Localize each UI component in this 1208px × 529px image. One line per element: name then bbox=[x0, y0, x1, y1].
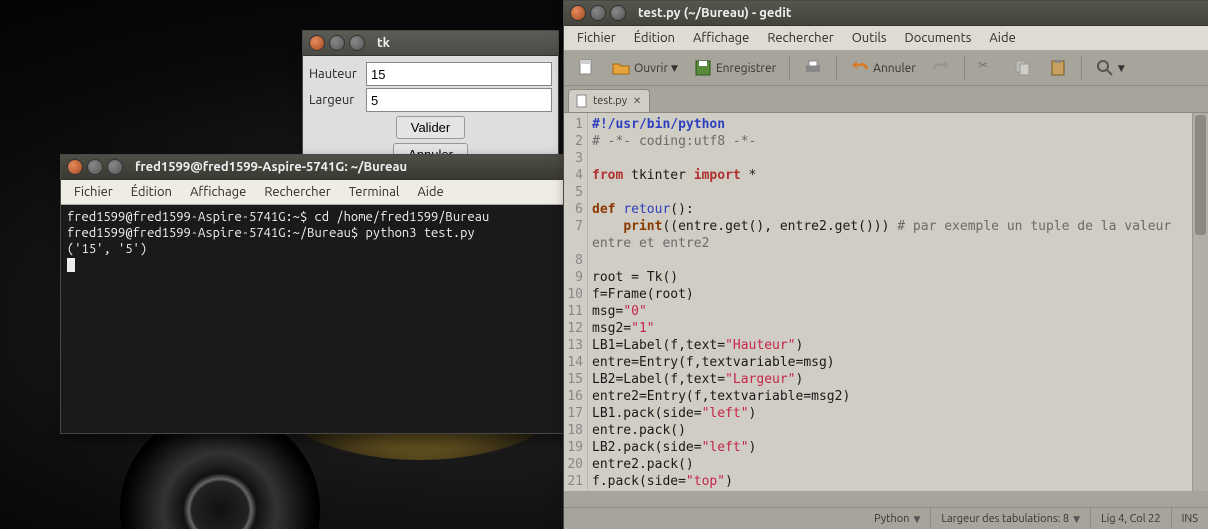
search-icon bbox=[1095, 58, 1115, 78]
status-position: Lig 4, Col 22 bbox=[1090, 508, 1171, 529]
menu-outils[interactable]: Outils bbox=[843, 31, 896, 45]
tab-test-py[interactable]: test.py ✕ bbox=[568, 89, 650, 112]
tab-label: test.py bbox=[593, 95, 627, 107]
terminal-menubar: Fichier Édition Affichage Rechercher Ter… bbox=[61, 180, 564, 205]
code-area[interactable]: #!/usr/bin/python# -*- coding:utf8 -*- f… bbox=[588, 113, 1192, 491]
save-button[interactable]: Enregistrer bbox=[687, 54, 782, 82]
open-label: Ouvrir bbox=[634, 62, 668, 75]
menu-fichier[interactable]: Fichier bbox=[568, 31, 625, 45]
search-button[interactable]: ▼ bbox=[1089, 54, 1131, 82]
chevron-down-icon[interactable]: ▼ bbox=[1118, 63, 1125, 74]
menu-fichier[interactable]: Fichier bbox=[65, 185, 122, 199]
minimize-icon[interactable] bbox=[87, 159, 103, 175]
gedit-title: test.py (~/Bureau) - gedit bbox=[638, 6, 791, 20]
menu-edition[interactable]: Édition bbox=[625, 31, 684, 45]
toolbar-separator bbox=[964, 56, 965, 80]
toolbar-separator bbox=[789, 56, 790, 80]
undo-icon bbox=[850, 58, 870, 78]
tk-titlebar[interactable]: tk bbox=[303, 31, 558, 56]
scissors-icon: ✂ bbox=[978, 58, 998, 78]
largeur-label: Largeur bbox=[309, 93, 366, 107]
maximize-icon[interactable] bbox=[107, 159, 123, 175]
chevron-down-icon[interactable]: ▼ bbox=[671, 63, 678, 74]
cut-button[interactable]: ✂ bbox=[972, 54, 1004, 82]
menu-documents[interactable]: Documents bbox=[896, 31, 981, 45]
menu-aide[interactable]: Aide bbox=[408, 185, 452, 199]
undo-label: Annuler bbox=[873, 62, 916, 75]
status-tabwidth[interactable]: Largeur des tabulations: 8▼ bbox=[930, 508, 1090, 529]
new-file-button[interactable] bbox=[570, 54, 602, 82]
minimize-icon[interactable] bbox=[590, 5, 606, 21]
gedit-editor[interactable]: 1234567 89101112131415161718192021 #!/us… bbox=[564, 112, 1208, 491]
paste-button[interactable] bbox=[1042, 54, 1074, 82]
undo-button[interactable]: Annuler bbox=[844, 54, 922, 82]
chevron-down-icon: ▼ bbox=[913, 514, 920, 525]
menu-affichage[interactable]: Affichage bbox=[181, 185, 255, 199]
status-insert-mode: INS bbox=[1171, 508, 1208, 529]
print-button[interactable] bbox=[797, 54, 829, 82]
folder-open-icon bbox=[611, 58, 631, 78]
gedit-menubar: Fichier Édition Affichage Rechercher Out… bbox=[564, 26, 1208, 51]
save-label: Enregistrer bbox=[716, 62, 776, 75]
desktop: LAMBO tk Hauteur Largeur Valider Annuler bbox=[0, 0, 1208, 529]
close-icon[interactable] bbox=[67, 159, 83, 175]
menu-rechercher[interactable]: Rechercher bbox=[255, 185, 339, 199]
gedit-titlebar[interactable]: test.py (~/Bureau) - gedit bbox=[564, 1, 1208, 26]
maximize-icon[interactable] bbox=[349, 35, 365, 51]
largeur-input[interactable] bbox=[366, 88, 552, 112]
terminal-window: fred1599@fred1599-Aspire-5741G: ~/Bureau… bbox=[60, 154, 565, 434]
menu-rechercher[interactable]: Rechercher bbox=[758, 31, 842, 45]
terminal-titlebar[interactable]: fred1599@fred1599-Aspire-5741G: ~/Bureau bbox=[61, 155, 564, 180]
file-icon bbox=[575, 94, 589, 108]
hauteur-label: Hauteur bbox=[309, 67, 366, 81]
tk-row-largeur: Largeur bbox=[309, 88, 552, 112]
close-tab-icon[interactable]: ✕ bbox=[631, 95, 643, 107]
menu-edition[interactable]: Édition bbox=[122, 185, 181, 199]
close-icon[interactable] bbox=[309, 35, 325, 51]
open-button[interactable]: Ouvrir▼ bbox=[605, 54, 684, 82]
scrollbar-thumb[interactable] bbox=[1195, 115, 1206, 235]
menu-affichage[interactable]: Affichage bbox=[684, 31, 758, 45]
gedit-window: test.py (~/Bureau) - gedit Fichier Éditi… bbox=[563, 0, 1208, 529]
line-gutter: 1234567 89101112131415161718192021 bbox=[564, 113, 588, 491]
toolbar-separator bbox=[836, 56, 837, 80]
menu-terminal[interactable]: Terminal bbox=[340, 185, 409, 199]
toolbar-separator bbox=[1081, 56, 1082, 80]
chevron-down-icon: ▼ bbox=[1073, 514, 1080, 525]
redo-button[interactable] bbox=[925, 54, 957, 82]
save-icon bbox=[693, 58, 713, 78]
paste-icon bbox=[1048, 58, 1068, 78]
maximize-icon[interactable] bbox=[610, 5, 626, 21]
tk-title: tk bbox=[377, 36, 390, 50]
close-icon[interactable] bbox=[570, 5, 586, 21]
copy-button[interactable] bbox=[1007, 54, 1039, 82]
terminal-title: fred1599@fred1599-Aspire-5741G: ~/Bureau bbox=[135, 160, 407, 174]
menu-aide[interactable]: Aide bbox=[980, 31, 1024, 45]
terminal-cursor bbox=[67, 258, 75, 272]
new-file-icon bbox=[576, 58, 596, 78]
hauteur-input[interactable] bbox=[366, 62, 552, 86]
redo-icon bbox=[931, 58, 951, 78]
gedit-toolbar: Ouvrir▼ Enregistrer Annuler ✂ ▼ bbox=[564, 51, 1208, 86]
copy-icon bbox=[1013, 58, 1033, 78]
valider-button[interactable]: Valider bbox=[396, 116, 466, 139]
printer-icon bbox=[803, 58, 823, 78]
vertical-scrollbar[interactable] bbox=[1192, 113, 1208, 491]
gedit-tabbar: test.py ✕ bbox=[564, 86, 1208, 112]
status-language[interactable]: Python▼ bbox=[864, 508, 930, 529]
tk-row-hauteur: Hauteur bbox=[309, 62, 552, 86]
minimize-icon[interactable] bbox=[329, 35, 345, 51]
gedit-statusbar: Python▼ Largeur des tabulations: 8▼ Lig … bbox=[564, 507, 1208, 529]
terminal-output[interactable]: fred1599@fred1599-Aspire-5741G:~$ cd /ho… bbox=[61, 205, 564, 433]
